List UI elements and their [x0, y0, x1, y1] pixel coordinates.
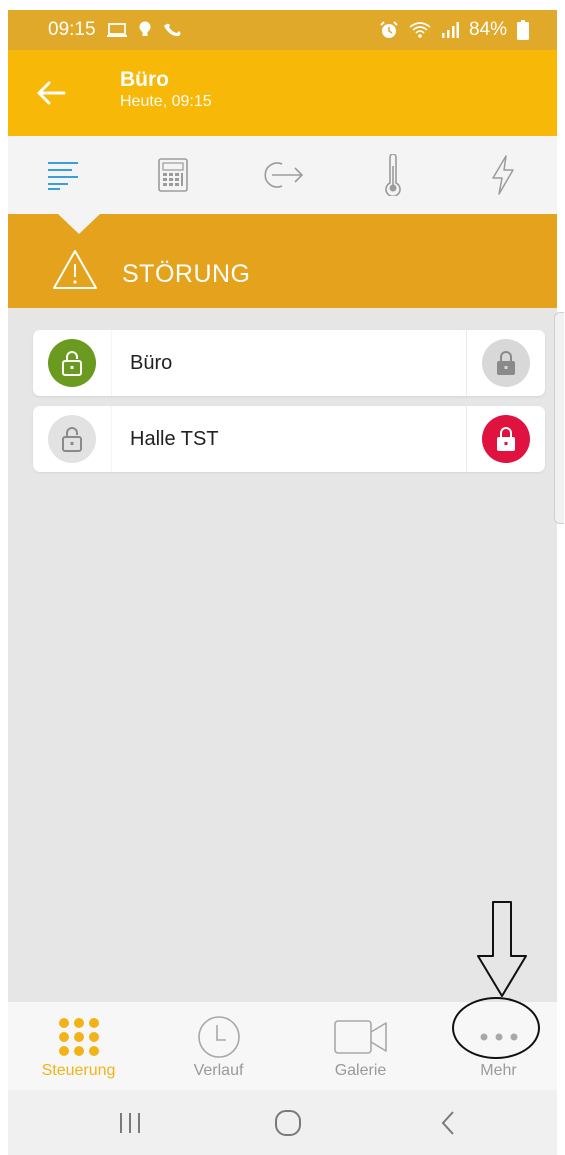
grid-dots-icon	[10, 1014, 147, 1060]
system-navigation	[8, 1090, 557, 1155]
lock-open-icon	[62, 351, 82, 376]
recent-apps-icon	[120, 1113, 140, 1133]
tab-temperature[interactable]	[338, 136, 448, 214]
battery-icon	[517, 20, 529, 40]
alarm-icon	[379, 20, 399, 40]
keypad-icon	[158, 158, 188, 192]
list-item: Halle TST	[33, 406, 545, 472]
video-camera-icon	[292, 1014, 429, 1060]
status-time: 09:15	[48, 19, 96, 40]
lock-open-icon	[62, 427, 82, 452]
tab-power[interactable]	[448, 136, 557, 214]
home-icon	[275, 1110, 301, 1136]
lock-list: Büro Halle TST	[33, 330, 545, 482]
category-tabs	[8, 136, 557, 214]
nav-verlauf[interactable]: Verlauf	[150, 1002, 287, 1090]
arrow-left-icon	[37, 81, 66, 105]
app-bar: Büro Heute, 09:15	[8, 50, 557, 136]
home-button[interactable]	[258, 1106, 318, 1140]
bulb-icon	[138, 21, 152, 39]
nav-steuerung[interactable]: Steuerung	[10, 1002, 147, 1090]
status-right: 84%	[379, 19, 529, 41]
list-item: Büro	[33, 330, 545, 396]
scroll-handle[interactable]	[554, 312, 564, 524]
nav-label: Steuerung	[41, 1062, 116, 1079]
annotation-arrow-icon	[470, 900, 536, 1005]
nav-label: Verlauf	[193, 1062, 244, 1079]
wifi-icon	[409, 21, 431, 39]
battery-level: 84%	[468, 19, 507, 40]
warning-triangle-icon	[52, 248, 98, 295]
lightning-icon	[492, 155, 514, 195]
divider	[466, 406, 467, 472]
list-lines-icon	[48, 162, 78, 190]
clock-icon	[150, 1014, 287, 1060]
system-back-button[interactable]	[418, 1106, 478, 1140]
tab-exit[interactable]	[228, 136, 338, 214]
page-title: Büro	[120, 68, 169, 91]
lock-label: Halle TST	[130, 428, 219, 450]
lock-closed-icon	[497, 351, 515, 375]
nav-label: Mehr	[480, 1062, 517, 1079]
laptop-icon	[106, 22, 128, 38]
nav-galerie[interactable]: Galerie	[292, 1002, 429, 1090]
page-subtitle: Heute, 09:15	[120, 93, 212, 110]
lock-label: Büro	[130, 352, 173, 374]
lock-button[interactable]	[482, 339, 530, 387]
thermometer-icon	[385, 154, 401, 196]
back-button[interactable]	[34, 78, 68, 108]
signal-icon	[441, 22, 459, 38]
unlock-button[interactable]	[48, 339, 96, 387]
lock-button[interactable]	[482, 415, 530, 463]
status-bar: 09:15 84%	[8, 10, 557, 50]
nav-label: Galerie	[334, 1062, 387, 1079]
recent-apps-button[interactable]	[100, 1106, 160, 1140]
alert-text: STÖRUNG	[122, 260, 251, 288]
lock-closed-icon	[497, 427, 515, 451]
tab-overview[interactable]	[8, 136, 118, 214]
unlock-button[interactable]	[48, 415, 96, 463]
annotation-circle	[452, 997, 540, 1059]
divider	[466, 330, 467, 396]
title-block: Büro Heute, 09:15	[120, 68, 212, 112]
divider	[111, 330, 112, 396]
divider	[111, 406, 112, 472]
exit-icon	[264, 162, 304, 188]
status-left: 09:15	[48, 19, 182, 41]
active-tab-indicator	[58, 214, 100, 234]
tab-keypad[interactable]	[118, 136, 228, 214]
back-chevron-icon	[441, 1111, 454, 1135]
phone-icon	[162, 22, 182, 38]
